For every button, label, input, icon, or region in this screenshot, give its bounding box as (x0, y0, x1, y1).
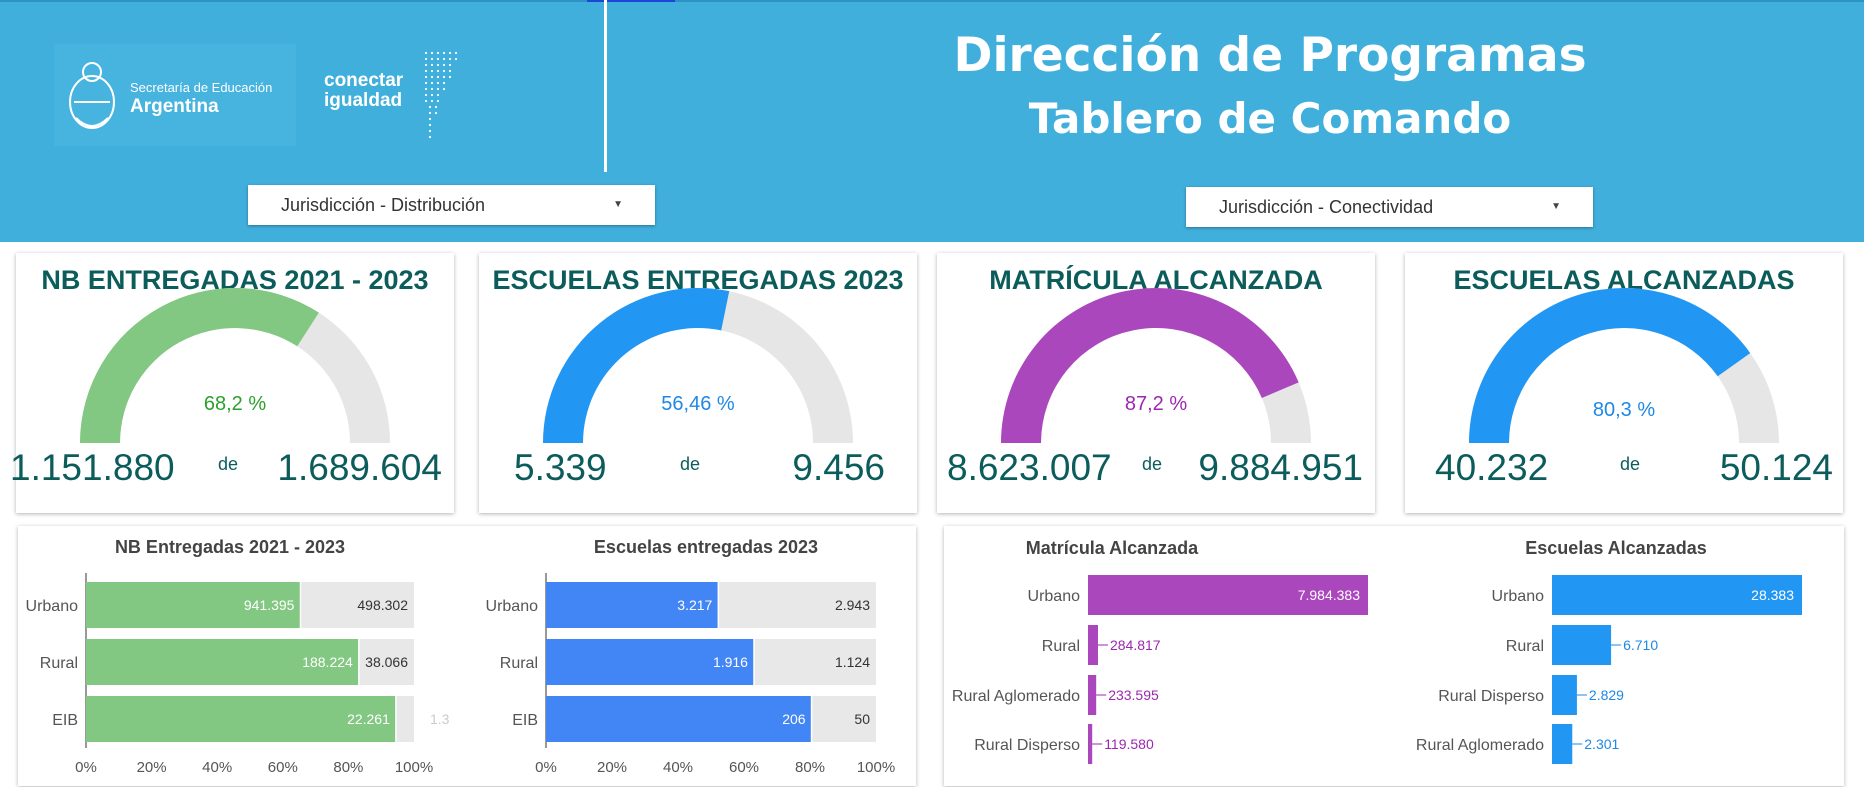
chart-title: NB Entregadas 2021 - 2023 (115, 537, 345, 557)
x-tick-label: 20% (597, 759, 627, 776)
bar (1088, 625, 1098, 665)
category-label: Rural Disperso (1438, 688, 1544, 705)
bar-segment (546, 696, 812, 742)
category-label: Rural Aglomerado (1416, 737, 1544, 754)
bar (1088, 724, 1093, 764)
bar-value-label: 284.817 (1110, 637, 1161, 653)
bar-value-label: 1.124 (835, 654, 870, 670)
bar-value-label: 498.302 (357, 597, 408, 613)
chart-title: Matrícula Alcanzada (1026, 538, 1199, 558)
category-label: Rural (1042, 638, 1080, 655)
category-label: EIB (512, 712, 538, 729)
bar-value-label: 2.301 (1584, 736, 1619, 752)
bar-value-label: 22.261 (347, 711, 390, 727)
bar-value-label: 7.984.383 (1298, 587, 1360, 603)
bar-value-label: 2.943 (835, 597, 870, 613)
category-label: Urbano (1028, 588, 1081, 605)
bar-value-label: 3.217 (677, 597, 712, 613)
x-tick-label: 40% (202, 759, 232, 776)
bar-value-label: 28.383 (1751, 587, 1794, 603)
bar (1088, 675, 1097, 715)
x-tick-label: 100% (395, 759, 433, 776)
chart-title: Escuelas entregadas 2023 (594, 537, 818, 557)
x-tick-label: 40% (663, 759, 693, 776)
chart-title: Escuelas Alcanzadas (1525, 538, 1706, 558)
bar-value-label: 233.595 (1108, 687, 1159, 703)
bar-value-label: 2.829 (1589, 687, 1624, 703)
bar-charts-layer: NB Entregadas 2021 - 2023 Urbano 941.395 49… (26, 537, 1802, 776)
category-label: Urbano (486, 598, 539, 615)
category-label: Rural (500, 655, 538, 672)
bar-value-label: 188.224 (302, 654, 353, 670)
category-label: Rural (40, 655, 78, 672)
category-label: Rural Aglomerado (952, 688, 1080, 705)
category-label: Rural (1506, 638, 1544, 655)
bar-value-label: 119.580 (1104, 736, 1154, 752)
bar-value-label: 1.916 (713, 654, 748, 670)
bar (1552, 625, 1612, 665)
bar-value-label: 50 (854, 711, 870, 727)
category-label: EIB (52, 712, 78, 729)
x-tick-label: 60% (268, 759, 298, 776)
x-tick-label: 20% (137, 759, 167, 776)
x-tick-label: 60% (729, 759, 759, 776)
x-tick-label: 100% (857, 759, 895, 776)
x-tick-label: 80% (333, 759, 363, 776)
category-label: Rural Disperso (974, 737, 1080, 754)
bar-segment (395, 696, 414, 742)
bar (1552, 724, 1573, 764)
category-label: Urbano (1492, 588, 1545, 605)
bar (1552, 675, 1577, 715)
x-tick-label: 80% (795, 759, 825, 776)
bar-value-label: 206 (782, 711, 806, 727)
category-label: Urbano (26, 598, 79, 615)
bar-value-label: 38.066 (365, 654, 408, 670)
bar-value-label: 941.395 (244, 597, 295, 613)
x-tick-label: 0% (535, 759, 557, 776)
x-tick-label: 0% (75, 759, 97, 776)
bar-value-label: 6.710 (1623, 637, 1658, 653)
bar-value-label: 1.3 (430, 711, 450, 727)
